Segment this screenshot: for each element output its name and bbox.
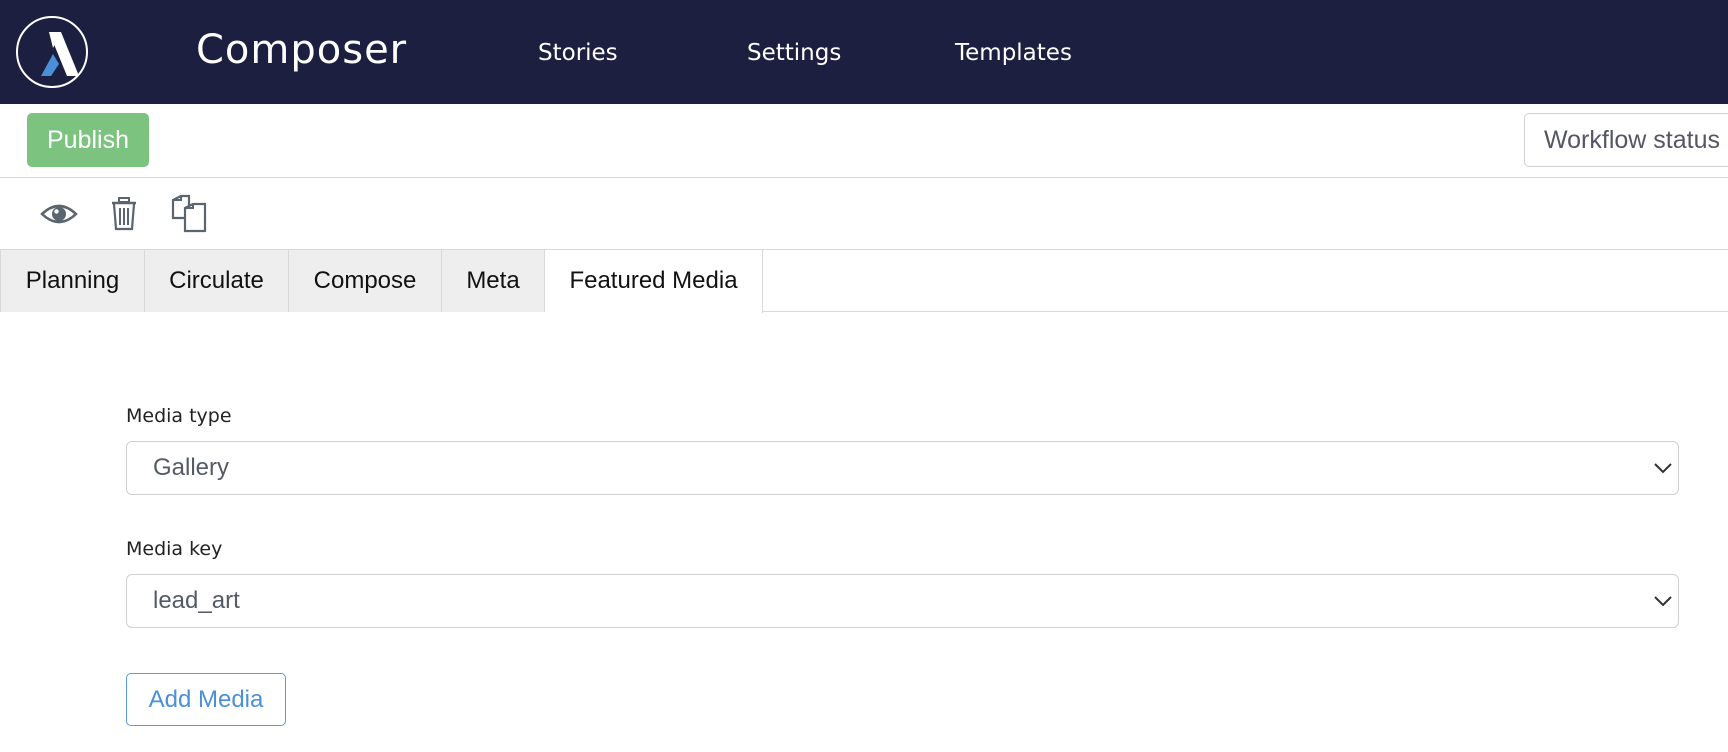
trash-icon[interactable]: [104, 194, 144, 234]
media-key-label: Media key: [126, 538, 223, 560]
publish-button[interactable]: Publish: [27, 113, 149, 167]
media-type-label: Media type: [126, 405, 232, 427]
top-navigation-bar: Composer Stories Settings Templates: [0, 0, 1728, 104]
nav-link-templates[interactable]: Templates: [955, 36, 1072, 70]
app-title: Composer: [196, 27, 408, 73]
editor-tabs: Planning Circulate Compose Meta Featured…: [0, 250, 1728, 313]
chevron-down-icon: [1654, 596, 1672, 607]
tab-planning[interactable]: Planning: [0, 250, 145, 312]
app-logo[interactable]: [16, 16, 88, 88]
story-actions-toolbar: [0, 178, 1728, 250]
add-media-button[interactable]: Add Media: [126, 673, 286, 726]
action-bar: Publish Workflow status: [0, 104, 1728, 178]
media-key-select[interactable]: lead_art: [126, 574, 1679, 628]
tab-featured-media[interactable]: Featured Media: [545, 250, 763, 313]
workflow-status-button[interactable]: Workflow status: [1524, 113, 1728, 167]
tab-meta[interactable]: Meta: [442, 250, 545, 312]
logo-icon: [41, 32, 79, 76]
eye-icon[interactable]: [39, 194, 79, 234]
chevron-down-icon: [1654, 463, 1672, 474]
media-type-value: Gallery: [153, 454, 230, 481]
tab-circulate[interactable]: Circulate: [145, 250, 289, 312]
nav-link-settings[interactable]: Settings: [747, 36, 841, 70]
media-type-select[interactable]: Gallery: [126, 441, 1679, 495]
nav-link-stories[interactable]: Stories: [538, 36, 618, 70]
tab-compose[interactable]: Compose: [289, 250, 442, 312]
copy-icon[interactable]: [169, 194, 209, 234]
media-key-value: lead_art: [153, 587, 240, 614]
